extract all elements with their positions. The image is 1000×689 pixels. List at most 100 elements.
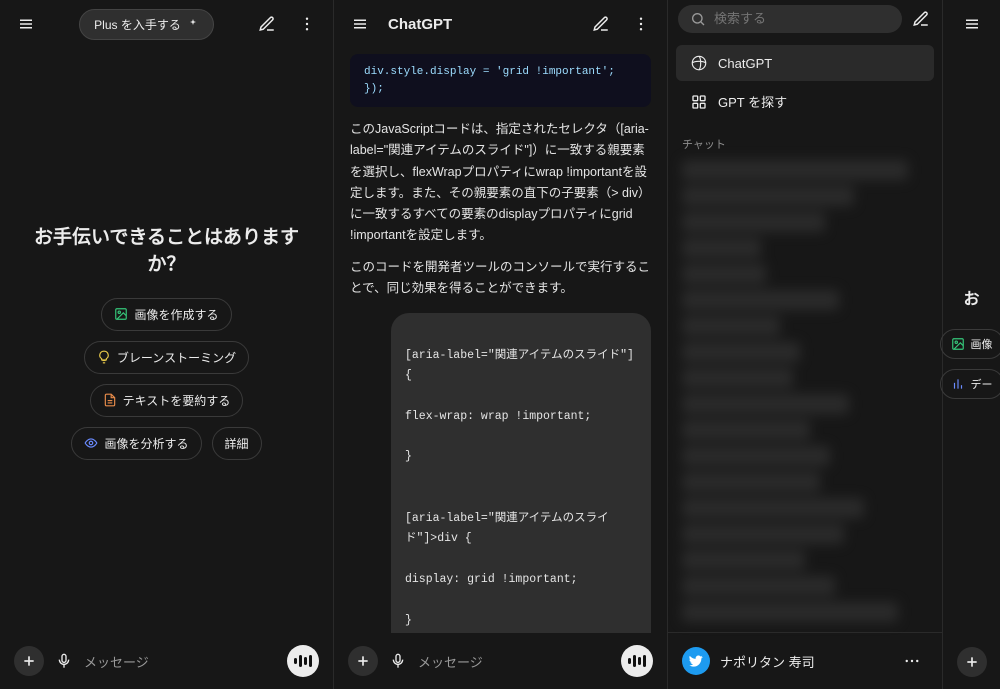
- dots-vertical-icon: [632, 15, 650, 33]
- panel-sidebar: ChatGPT GPT を探す チャット ナポリタン 寿: [668, 0, 943, 689]
- paragraph-text: このJavaScriptコードは、指定されたセレクタ（[aria-label="…: [350, 122, 651, 242]
- history-item[interactable]: [682, 472, 820, 492]
- history-item[interactable]: [682, 368, 793, 388]
- nav-chatgpt[interactable]: ChatGPT: [676, 45, 934, 81]
- history-item[interactable]: [682, 316, 780, 336]
- eye-icon: [84, 436, 98, 450]
- composer-input[interactable]: メッセージ: [418, 652, 611, 671]
- panel4-main: お 画像 デー: [943, 48, 1000, 635]
- waveform-icon: [294, 655, 312, 667]
- compose-button[interactable]: [251, 8, 283, 40]
- chip-create-image[interactable]: 画像を作成する: [101, 298, 231, 331]
- menu-button[interactable]: [344, 8, 376, 40]
- image-icon: [951, 337, 965, 351]
- chip-label: テキストを要約する: [123, 392, 231, 409]
- dots-horizontal-icon: [903, 652, 921, 670]
- mic-button[interactable]: [388, 651, 408, 671]
- panel2-header: ChatGPT: [334, 0, 667, 48]
- history-item[interactable]: [682, 446, 830, 466]
- compose-icon: [258, 15, 276, 33]
- chip-label: 画像: [971, 336, 993, 352]
- attach-button[interactable]: [348, 646, 378, 676]
- sparkle-icon: [187, 18, 199, 30]
- search-box[interactable]: [678, 5, 902, 33]
- history-item[interactable]: [682, 550, 805, 570]
- search-icon: [690, 11, 706, 27]
- upgrade-plus-pill[interactable]: Plus を入手する: [79, 9, 214, 40]
- user-avatar[interactable]: [682, 647, 710, 675]
- chip-label: 詳細: [225, 435, 249, 452]
- attach-button[interactable]: [14, 646, 44, 676]
- panel4-header: [943, 0, 1000, 48]
- history-item[interactable]: [682, 342, 800, 362]
- chat-history-blurred: [668, 160, 942, 632]
- chip-brainstorm[interactable]: ブレーンストーミング: [84, 341, 249, 374]
- history-item[interactable]: [682, 498, 864, 518]
- panel1-headline: お手伝いできることはありますか？: [20, 222, 313, 276]
- document-icon: [103, 393, 117, 407]
- chip-label: 画像を作成する: [134, 306, 218, 323]
- nav-label: GPT を探す: [718, 92, 787, 111]
- nav-explore-gpts[interactable]: GPT を探す: [676, 83, 934, 120]
- plus-icon: [21, 653, 37, 669]
- compose-button[interactable]: [910, 3, 932, 35]
- panel4-headline: お: [963, 285, 979, 309]
- compose-button[interactable]: [585, 8, 617, 40]
- panel-right-sliver: お 画像 デー: [943, 0, 1000, 689]
- hamburger-icon: [963, 15, 981, 33]
- more-button[interactable]: [291, 8, 323, 40]
- assistant-paragraph: このJavaScriptコードは、指定されたセレクタ（[aria-label="…: [350, 119, 651, 247]
- chip-image-partial[interactable]: 画像: [940, 329, 1000, 359]
- assistant-paragraph: このコードを開発者ツールのコンソールで実行することで、同じ効果を得ることができま…: [350, 257, 651, 300]
- chip-analyze-image[interactable]: 画像を分析する: [71, 427, 201, 460]
- compose-icon: [592, 15, 610, 33]
- history-item[interactable]: [682, 212, 825, 232]
- attach-button[interactable]: [957, 647, 987, 677]
- panel3-footer: ナポリタン 寿司: [668, 632, 942, 689]
- user-message-bubble: [aria-label="関連アイテムのスライド"] { flex-wrap: …: [391, 313, 651, 633]
- composer-input[interactable]: メッセージ: [84, 652, 277, 671]
- chip-label: デー: [971, 376, 993, 392]
- history-item[interactable]: [682, 186, 854, 206]
- user-line: [aria-label="関連アイテムのスライド"] {: [405, 346, 637, 385]
- mic-button[interactable]: [54, 651, 74, 671]
- voice-send-button[interactable]: [287, 645, 319, 677]
- nav-label: ChatGPT: [718, 56, 772, 71]
- user-line: flex-wrap: wrap !important;: [405, 407, 637, 427]
- panel1-main: お手伝いできることはありますか？ 画像を作成する ブレーンストーミング テキスト…: [0, 48, 333, 633]
- menu-button[interactable]: [956, 8, 988, 40]
- panel1-header: Plus を入手する: [0, 0, 333, 48]
- mic-icon: [56, 653, 72, 669]
- chip-label: ブレーンストーミング: [117, 349, 236, 366]
- app-title: ChatGPT: [388, 16, 452, 33]
- user-line: [aria-label="関連アイテムのスライド"]>div {: [405, 509, 637, 548]
- history-item[interactable]: [682, 290, 839, 310]
- chip-data-partial[interactable]: デー: [940, 369, 1000, 399]
- chip-summarize[interactable]: テキストを要約する: [90, 384, 244, 417]
- history-item[interactable]: [682, 160, 908, 180]
- conversation-scroll[interactable]: div.style.display = 'grid !important'; }…: [334, 48, 667, 633]
- user-line: }: [405, 611, 637, 631]
- section-label-chats: チャット: [668, 122, 942, 160]
- voice-send-button[interactable]: [621, 645, 653, 677]
- avatar-bird-icon: [688, 653, 704, 669]
- menu-button[interactable]: [10, 8, 42, 40]
- history-item[interactable]: [682, 524, 844, 544]
- history-item[interactable]: [682, 602, 898, 622]
- code-content: div.style.display = 'grid !important'; }…: [350, 54, 651, 107]
- panel-conversation: ChatGPT div.style.display = 'grid !impor…: [334, 0, 668, 689]
- code-block-prev: div.style.display = 'grid !important'; }…: [350, 54, 651, 107]
- history-item[interactable]: [682, 576, 835, 596]
- user-menu-button[interactable]: [896, 645, 928, 677]
- history-item[interactable]: [682, 238, 761, 258]
- history-item[interactable]: [682, 420, 810, 440]
- hamburger-icon: [17, 15, 35, 33]
- history-item[interactable]: [682, 394, 849, 414]
- chip-more[interactable]: 詳細: [212, 427, 262, 460]
- more-button[interactable]: [625, 8, 657, 40]
- suggestion-chips: 画像を作成する ブレーンストーミング テキストを要約する 画像を分析する 詳細: [22, 298, 312, 460]
- hamburger-icon: [351, 15, 369, 33]
- plus-label: Plus を入手する: [94, 16, 181, 33]
- search-input[interactable]: [714, 11, 890, 26]
- history-item[interactable]: [682, 264, 766, 284]
